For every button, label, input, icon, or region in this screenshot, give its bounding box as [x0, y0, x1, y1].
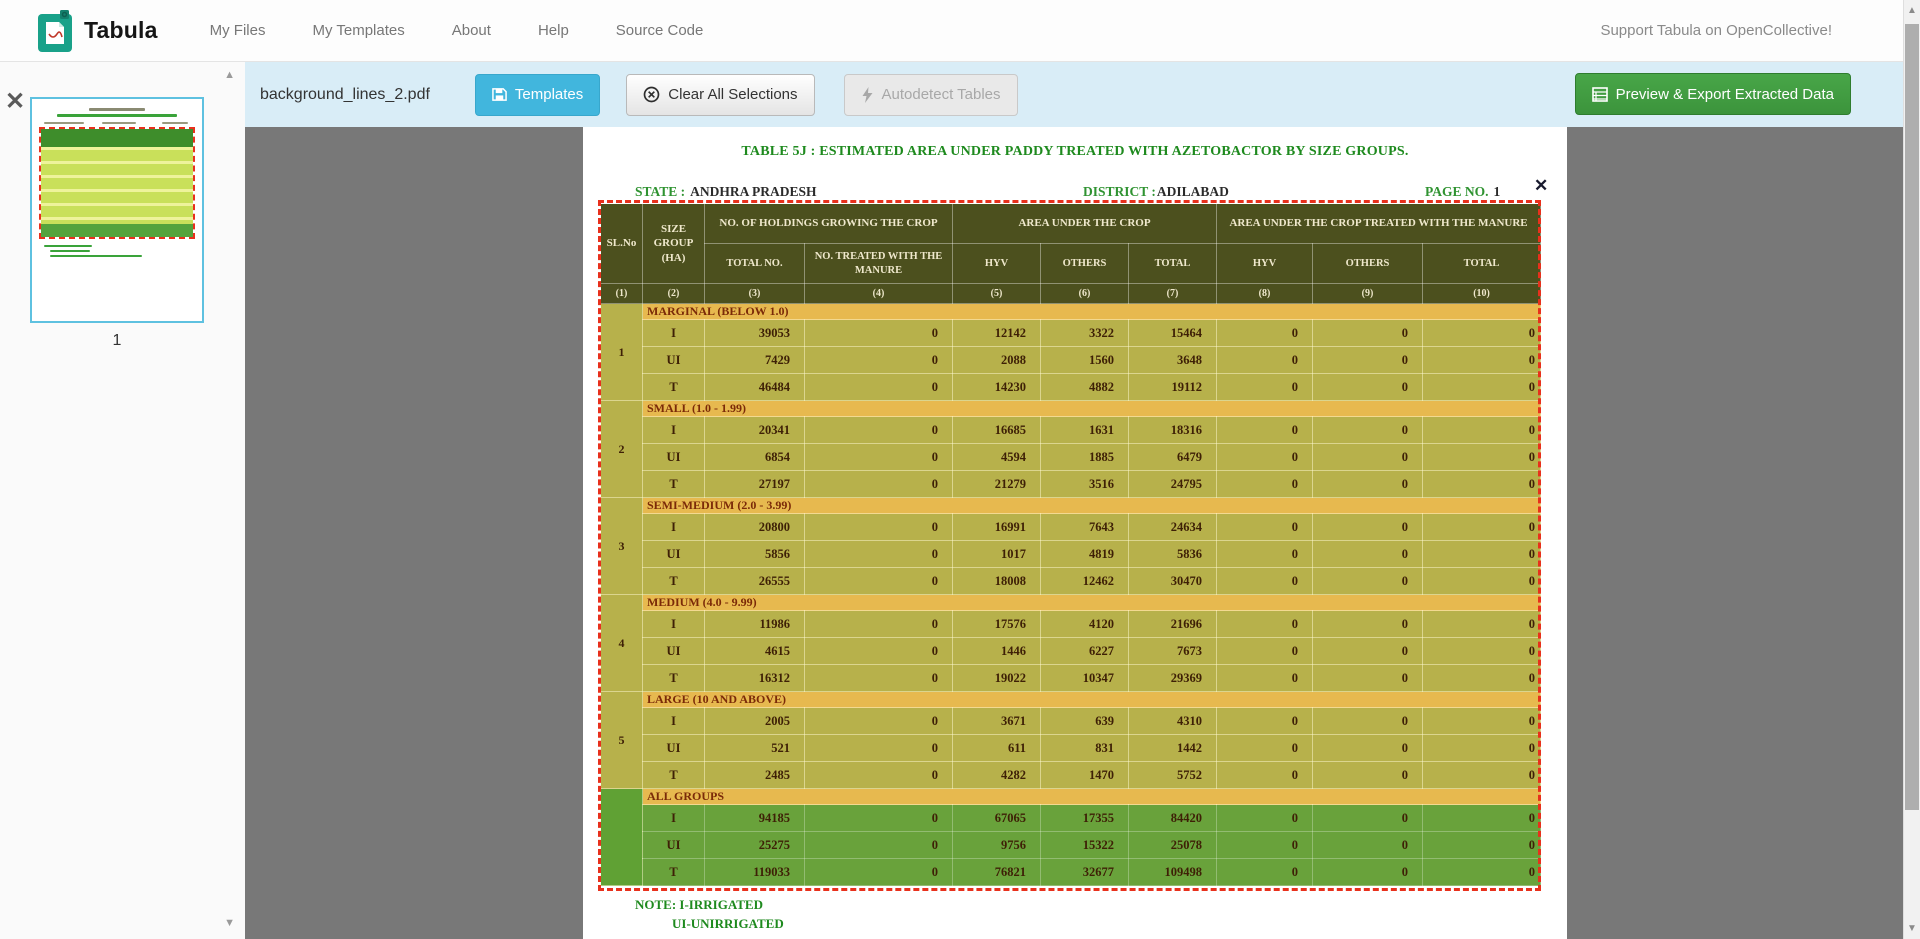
table-selection-box[interactable]	[598, 200, 1541, 891]
window-scrollbar[interactable]: ▲ ▼	[1903, 0, 1920, 939]
thumb-note-line	[50, 255, 142, 257]
district-field: DISTRICT :ADILABAD	[1083, 184, 1229, 200]
thumb-selection-outline	[39, 127, 195, 239]
nav-my-files[interactable]: My Files	[210, 22, 266, 39]
brand-title: Tabula	[84, 17, 158, 44]
pdf-page[interactable]: TABLE 5J : ESTIMATED AREA UNDER PADDY TR…	[583, 127, 1567, 939]
thumb-note-line	[44, 245, 92, 247]
scrollbar-up-icon[interactable]: ▲	[1904, 5, 1920, 16]
thumb-note-line	[50, 250, 90, 252]
page-thumbnail[interactable]	[30, 97, 204, 323]
autodetect-tables-button[interactable]: Autodetect Tables	[844, 74, 1018, 116]
thumbnail-remove-icon[interactable]: ✕	[5, 90, 25, 114]
thumb-subtitle-line	[57, 114, 177, 117]
nav-my-templates[interactable]: My Templates	[312, 22, 404, 39]
nav-help[interactable]: Help	[538, 22, 569, 39]
nav-about[interactable]: About	[452, 22, 491, 39]
sidebar-scroll-up-icon[interactable]: ▲	[224, 70, 235, 81]
clear-all-selections-button[interactable]: Clear All Selections	[626, 74, 814, 116]
document-filename: background_lines_2.pdf	[260, 86, 430, 104]
page-thumbnail-sidebar: ▲ ✕ 1 ▼	[0, 62, 245, 939]
save-icon	[492, 87, 507, 102]
lightning-bolt-icon	[861, 87, 874, 103]
sidebar-scroll-down-icon[interactable]: ▼	[224, 918, 235, 929]
thumb-meta-line	[102, 122, 136, 124]
thumb-meta-line	[162, 122, 188, 124]
thumb-meta-line	[44, 122, 84, 124]
nav-links: My Files My Templates About Help Source …	[210, 22, 704, 39]
pdf-table-title: TABLE 5J : ESTIMATED AREA UNDER PADDY TR…	[583, 144, 1567, 160]
support-link[interactable]: Support Tabula on OpenCollective!	[1600, 22, 1832, 39]
thumb-title-line	[89, 108, 145, 111]
pdf-note-irrigated: NOTE: I-IRRIGATED	[635, 897, 763, 913]
pdf-note-unirrigated: UI-UNIRRIGATED	[672, 916, 784, 932]
tabula-logo-icon	[38, 10, 74, 52]
circle-x-icon	[643, 86, 660, 103]
page-no-field: PAGE NO.1	[1425, 184, 1500, 200]
state-field: STATE :ANDHRA PRADESH	[635, 184, 817, 200]
preview-export-button[interactable]: Preview & Export Extracted Data	[1575, 73, 1851, 115]
scrollbar-down-icon[interactable]: ▼	[1904, 923, 1920, 934]
thumbnail-page-number: 1	[30, 332, 204, 350]
thumbnail-mini-table	[41, 129, 193, 237]
toolbar: background_lines_2.pdf Templates Clear A…	[245, 62, 1903, 127]
templates-button[interactable]: Templates	[475, 74, 600, 116]
scrollbar-thumb[interactable]	[1905, 24, 1919, 810]
selection-close-icon[interactable]: ✕	[1534, 177, 1548, 194]
nav-source-code[interactable]: Source Code	[616, 22, 704, 39]
navbar: Tabula My Files My Templates About Help …	[0, 0, 1920, 62]
table-list-icon	[1592, 87, 1608, 102]
pdf-viewer-area: TABLE 5J : ESTIMATED AREA UNDER PADDY TR…	[245, 127, 1903, 939]
